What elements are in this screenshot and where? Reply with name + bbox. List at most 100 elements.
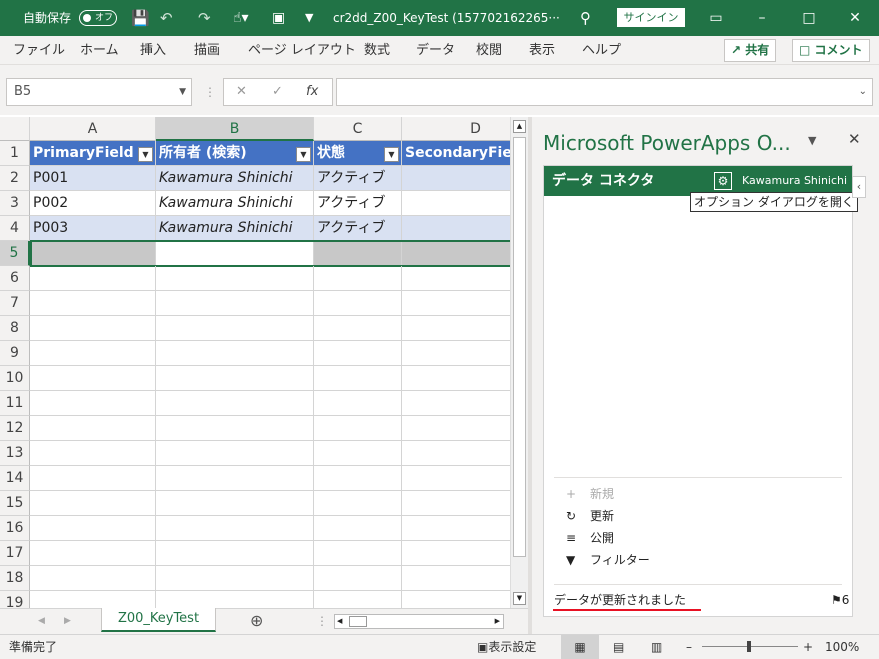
tab-home[interactable]: ホーム — [80, 36, 119, 65]
row-header[interactable]: 8 — [0, 316, 30, 341]
tab-review[interactable]: 校閲 — [476, 36, 502, 65]
table-cell[interactable]: Kawamura Shinichi — [156, 191, 314, 216]
table-cell[interactable]: アクティブ — [314, 166, 402, 191]
screenshot-icon[interactable]: ▣ — [272, 0, 285, 36]
signin-button[interactable]: サインイン — [617, 8, 685, 27]
row-header[interactable]: 9 — [0, 341, 30, 366]
tab-data[interactable]: データ — [416, 36, 455, 65]
search-icon[interactable]: ⚲ — [580, 0, 591, 36]
row-header[interactable]: 16 — [0, 516, 30, 541]
tab-insert[interactable]: 挿入 — [140, 36, 166, 65]
zoom-level[interactable]: 100% — [825, 635, 859, 659]
pane-options-icon[interactable]: ▼ — [808, 134, 816, 147]
column-header-b[interactable]: B — [156, 117, 314, 141]
row-header[interactable]: 11 — [0, 391, 30, 416]
row-header[interactable]: 14 — [0, 466, 30, 491]
publish-action[interactable]: ≡ 公開 — [566, 530, 614, 546]
save-icon[interactable]: 💾 — [131, 0, 150, 36]
column-header-a[interactable]: A — [30, 117, 156, 141]
refresh-action[interactable]: ↻ 更新 — [566, 508, 614, 524]
spreadsheet-grid[interactable]: A B C D 1 2 3 4 5 6 7 8 9 10 11 12 13 14… — [0, 117, 528, 608]
formula-input[interactable]: ⌄ — [336, 78, 873, 106]
horizontal-scrollbar[interactable]: ◀ ▶ — [334, 614, 504, 629]
row-header[interactable]: 2 — [0, 166, 30, 191]
close-pane-icon[interactable]: ✕ — [848, 130, 861, 148]
scroll-down-icon[interactable]: ▼ — [513, 592, 526, 605]
sheet-tab[interactable]: Z00_KeyTest — [101, 608, 216, 632]
display-settings[interactable]: ▣表示設定 — [477, 635, 536, 659]
zoom-in-icon[interactable]: + — [803, 635, 813, 659]
page-break-view-icon[interactable]: ▥ — [651, 635, 662, 659]
scroll-thumb[interactable] — [349, 616, 367, 627]
add-sheet-icon[interactable]: ⊕ — [250, 609, 263, 633]
name-box[interactable]: B5 ▼ — [6, 78, 192, 106]
row-header[interactable]: 5 — [0, 241, 30, 266]
insert-function-icon[interactable]: fx — [306, 79, 318, 105]
row-header[interactable]: 19 — [0, 591, 30, 608]
table-header-cell[interactable]: SecondaryFiel — [402, 141, 512, 166]
row-header[interactable]: 10 — [0, 366, 30, 391]
gear-icon[interactable]: ⚙ — [714, 172, 732, 190]
column-header-c[interactable]: C — [314, 117, 402, 141]
filter-dropdown-icon[interactable]: ▼ — [384, 147, 399, 162]
scroll-up-icon[interactable]: ▲ — [513, 120, 526, 133]
close-icon[interactable]: ✕ — [837, 0, 873, 36]
row-header[interactable]: 3 — [0, 191, 30, 216]
enter-icon[interactable]: ✓ — [272, 79, 283, 105]
table-cell[interactable]: P003 — [30, 216, 156, 241]
zoom-out-icon[interactable]: – — [686, 635, 692, 659]
row-header[interactable]: 18 — [0, 566, 30, 591]
row-header[interactable]: 6 — [0, 266, 30, 291]
collapse-chevron-icon[interactable]: ‹ — [852, 176, 866, 198]
tab-formulas[interactable]: 数式 — [364, 36, 390, 65]
table-cell[interactable]: P001 — [30, 166, 156, 191]
normal-view-icon[interactable]: ▦ — [561, 635, 599, 659]
maximize-icon[interactable]: □ — [791, 0, 827, 36]
touch-mode-icon[interactable]: ☝▾ — [233, 0, 249, 36]
page-layout-view-icon[interactable]: ▤ — [613, 635, 624, 659]
tab-view[interactable]: 表示 — [529, 36, 555, 65]
tab-draw[interactable]: 描画 — [194, 36, 220, 65]
table-cell[interactable]: アクティブ — [314, 216, 402, 241]
row-header[interactable]: 4 — [0, 216, 30, 241]
cancel-icon[interactable]: ✕ — [236, 79, 247, 105]
share-button[interactable]: ↗ 共有 — [724, 39, 777, 62]
comment-button[interactable]: □ コメント — [792, 39, 870, 62]
redo-icon[interactable]: ↷ — [198, 0, 211, 36]
table-header-cell[interactable]: 所有者 (検索) — [156, 141, 314, 166]
scroll-left-icon[interactable]: ◀ — [337, 615, 342, 628]
table-cell[interactable] — [402, 191, 512, 216]
table-cell[interactable]: アクティブ — [314, 191, 402, 216]
customize-toolbar-icon[interactable]: ▼ — [305, 0, 313, 36]
row-header[interactable]: 7 — [0, 291, 30, 316]
table-cell[interactable]: Kawamura Shinichi — [156, 166, 314, 191]
table-cell[interactable] — [402, 166, 512, 191]
row-header[interactable]: 13 — [0, 441, 30, 466]
filter-dropdown-icon[interactable]: ▼ — [296, 147, 311, 162]
filter-action[interactable]: ▼ フィルター — [566, 552, 650, 568]
row-header[interactable]: 15 — [0, 491, 30, 516]
row-header[interactable]: 17 — [0, 541, 30, 566]
expand-formula-icon[interactable]: ⌄ — [859, 79, 867, 105]
select-all-corner[interactable] — [0, 117, 30, 141]
next-sheet-icon[interactable]: ▶ — [64, 609, 71, 633]
tab-help[interactable]: ヘルプ — [582, 36, 621, 65]
scroll-thumb[interactable] — [513, 137, 526, 557]
autosave-toggle[interactable]: オフ — [79, 10, 117, 26]
undo-icon[interactable]: ↶ — [160, 0, 173, 36]
filter-dropdown-icon[interactable]: ▼ — [138, 147, 153, 162]
table-cell[interactable] — [402, 216, 512, 241]
row-header[interactable]: 1 — [0, 141, 30, 166]
zoom-slider-thumb[interactable] — [747, 641, 751, 652]
table-cell[interactable]: P002 — [30, 191, 156, 216]
prev-sheet-icon[interactable]: ◀ — [38, 609, 45, 633]
new-action[interactable]: + 新規 — [566, 486, 614, 502]
flag-indicator[interactable]: ⚑6 — [831, 592, 849, 608]
minimize-icon[interactable]: – — [744, 0, 780, 36]
tab-page-layout[interactable]: ページ レイアウト — [248, 36, 356, 65]
row-header[interactable]: 12 — [0, 416, 30, 441]
ribbon-display-icon[interactable]: ▭ — [698, 0, 734, 36]
scroll-right-icon[interactable]: ▶ — [495, 615, 500, 628]
chevron-down-icon[interactable]: ▼ — [179, 79, 186, 105]
vertical-scrollbar[interactable]: ▲ ▼ — [510, 117, 528, 608]
